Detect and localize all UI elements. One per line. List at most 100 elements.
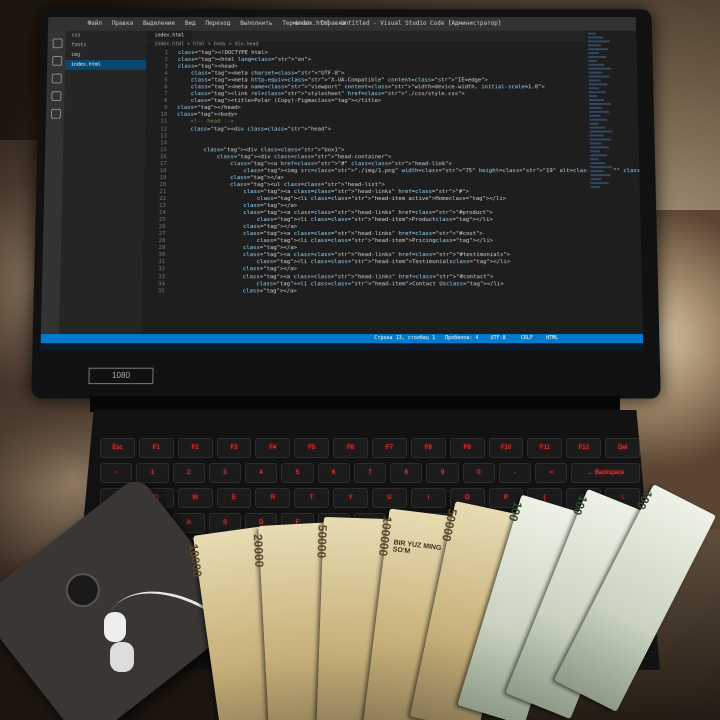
minimap-line	[588, 52, 599, 54]
code-line[interactable]: 19 class="tag"></a>	[144, 175, 613, 182]
key[interactable]: F2	[178, 438, 213, 458]
key[interactable]: ← Backspace	[571, 463, 640, 483]
code-line[interactable]: 28 class="tag"><li class=class="str">"he…	[143, 238, 615, 245]
code-line[interactable]: 33 class="tag"><a class=class="str">"hea…	[143, 274, 616, 281]
code-line[interactable]: 2 class="tag"><html lang=class="str">"en"…	[146, 57, 611, 64]
language-mode[interactable]: HTML	[546, 335, 558, 341]
key[interactable]: 3	[209, 463, 241, 483]
line-text: class="tag"></head>	[177, 105, 241, 111]
code-line[interactable]: 9 class="tag"></head>	[145, 105, 612, 112]
indent-spaces[interactable]: Пробелов: 4	[445, 335, 479, 341]
menu-item[interactable]: Переход	[205, 20, 230, 27]
code-line[interactable]: 21 class="tag"><a class=class="str">"hea…	[144, 189, 614, 196]
search-icon[interactable]	[52, 56, 62, 66]
code-line[interactable]: 25 class="tag"><li class=class="str">"he…	[144, 217, 615, 224]
code-line[interactable]: 29 class="tag"></a>	[143, 245, 615, 252]
key[interactable]: 9	[426, 463, 458, 483]
code-line[interactable]: 3 class="tag"><head>	[146, 64, 611, 71]
code-line[interactable]: 23 class="tag"></a>	[144, 203, 614, 210]
menu-item[interactable]: Выделение	[143, 20, 175, 27]
encoding[interactable]: UTF-8	[490, 335, 505, 341]
explorer-item[interactable]: index.html	[65, 60, 146, 70]
line-text: class="tag"></a>	[175, 245, 297, 251]
code-line[interactable]: 22 class="tag"><li class=class="str">"he…	[144, 196, 614, 203]
key[interactable]: F7	[372, 438, 407, 458]
key[interactable]: 0	[463, 463, 495, 483]
key[interactable]: Del	[605, 438, 640, 458]
key[interactable]: F5	[294, 438, 329, 458]
key[interactable]: Esc	[100, 438, 135, 458]
line-number: 13	[145, 133, 167, 140]
key[interactable]: -	[499, 463, 531, 483]
code-line[interactable]: 26 class="tag"></a>	[144, 224, 615, 231]
menu-item[interactable]: Файл	[88, 20, 102, 27]
menu-item[interactable]: Выполнить	[240, 20, 272, 27]
code-line[interactable]: 15 class="tag"><div class=class="str">"b…	[145, 147, 613, 154]
key[interactable]: F1	[139, 438, 174, 458]
minimap-line	[588, 48, 608, 50]
key[interactable]: F9	[450, 438, 485, 458]
key[interactable]: =	[535, 463, 567, 483]
cursor-position[interactable]: Строка 13, столбец 1	[374, 335, 435, 341]
key[interactable]: F6	[333, 438, 368, 458]
tab-index-html[interactable]: index.html	[147, 31, 193, 41]
key[interactable]: F3	[217, 438, 252, 458]
key[interactable]: F11	[527, 438, 562, 458]
key[interactable]: 2	[173, 463, 205, 483]
code-line[interactable]: 24 class="tag"><a class=class="str">"hea…	[144, 210, 615, 217]
debug-icon[interactable]	[51, 91, 61, 101]
key[interactable]: 8	[390, 463, 422, 483]
code-line[interactable]: 34 class="tag"><li class=class="str">"he…	[143, 281, 616, 288]
minimap[interactable]	[585, 31, 617, 334]
code-line[interactable]: 10 class="tag"><body>	[145, 112, 612, 119]
key[interactable]: 6	[318, 463, 350, 483]
key[interactable]: 5	[281, 463, 313, 483]
explorer-item[interactable]: img	[65, 50, 146, 60]
code-line[interactable]: 1 class="tag"><!DOCTYPE html>	[146, 50, 611, 57]
key[interactable]: F4	[255, 438, 290, 458]
key[interactable]: 4	[245, 463, 277, 483]
code-line[interactable]: 6 class="tag"><meta name=class="str">"vi…	[146, 85, 612, 92]
code-line[interactable]: 14	[145, 140, 613, 147]
code-line[interactable]: 13	[145, 133, 613, 140]
menu-item[interactable]: Правка	[112, 20, 134, 27]
code-line[interactable]: 11 <!-- head -->	[145, 119, 612, 126]
line-text: class="tag"></a>	[175, 288, 297, 294]
line-ending[interactable]: CRLF	[521, 335, 533, 341]
key[interactable]: F12	[566, 438, 601, 458]
code-line[interactable]: 16 class="tag"><div class=class="str">"h…	[145, 154, 614, 161]
code-editor[interactable]: index.html index.html > html > body > di…	[142, 31, 617, 334]
code-line[interactable]: 31 class="tag"><li class=class="str">"he…	[143, 260, 615, 267]
code-line[interactable]: 27 class="tag"><a class=class="str">"hea…	[143, 231, 614, 238]
code-line[interactable]: 30 class="tag"><a class=class="str">"hea…	[143, 252, 615, 259]
explorer-item[interactable]: fonts	[65, 40, 146, 50]
key[interactable]: 1	[136, 463, 168, 483]
files-icon[interactable]	[53, 38, 63, 48]
code-line[interactable]: 17 class="tag"><a href=class="str">"#" c…	[145, 161, 614, 168]
key[interactable]: ~	[100, 463, 132, 483]
code-line[interactable]: 18 class="tag"><img src=class="str">"./i…	[144, 168, 613, 175]
line-text: class="tag"><div class=class="str">"head…	[177, 126, 331, 132]
menu-item[interactable]: Вид	[185, 20, 196, 27]
code-line[interactable]: 7 class="tag"><link rel=class="str">"sty…	[146, 91, 612, 98]
minimap-line	[590, 131, 613, 133]
code-line[interactable]: 8 class="tag"><title>Polar (Copy)-Figmac…	[146, 98, 613, 105]
code-line[interactable]: 4 class="tag"><meta charset=class="str">…	[146, 71, 611, 78]
code-line[interactable]: 5 class="tag"><meta http-equiv=class="st…	[146, 78, 612, 85]
code-line[interactable]: 35 class="tag"></a>	[143, 288, 616, 295]
explorer-item[interactable]: css	[66, 31, 147, 41]
minimap-line	[589, 103, 611, 105]
code-line[interactable]: 12 class="tag"><div class=class="str">"h…	[145, 126, 613, 133]
minimap-line	[591, 182, 609, 184]
source-control-icon[interactable]	[52, 74, 62, 84]
line-text: class="tag"><ul class=class="str">"head-…	[176, 182, 385, 188]
key[interactable]: 7	[354, 463, 386, 483]
line-text: class="tag"><div class=class="str">"box1…	[177, 147, 345, 153]
key[interactable]: F10	[489, 438, 524, 458]
explorer-panel: css fonts img index.html	[59, 31, 147, 334]
line-number: 1	[146, 50, 168, 57]
key[interactable]: F8	[411, 438, 446, 458]
code-line[interactable]: 20 class="tag"><ul class=class="str">"he…	[144, 182, 614, 189]
code-line[interactable]: 32 class="tag"></a>	[143, 267, 616, 274]
extensions-icon[interactable]	[51, 109, 61, 119]
